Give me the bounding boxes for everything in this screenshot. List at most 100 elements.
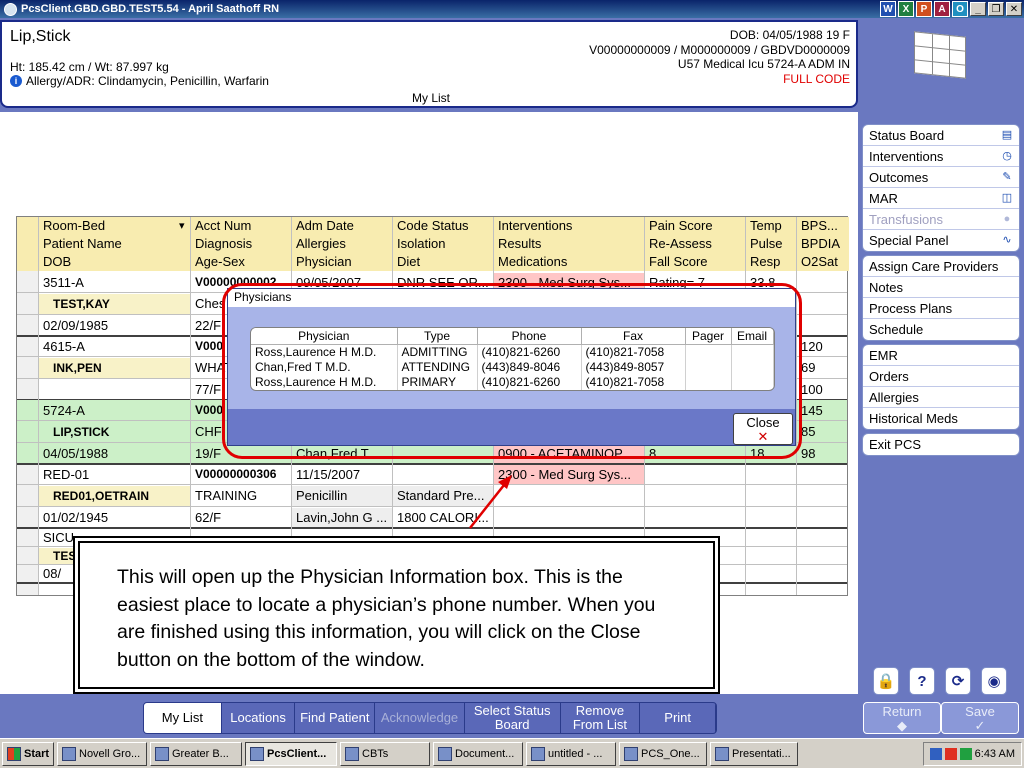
grid-cell[interactable]: 04/05/1988 xyxy=(39,444,191,463)
nav-special-panel[interactable]: Special Panel ∿ xyxy=(863,230,1019,251)
grid-header-cell[interactable]: Pain Score xyxy=(645,217,746,235)
physician-column-header[interactable]: Phone xyxy=(477,328,582,345)
grid-cell[interactable] xyxy=(797,508,849,527)
grid-header-cell[interactable]: Diet xyxy=(393,253,494,271)
grid-cell[interactable] xyxy=(797,294,849,314)
grid-cell[interactable]: Standard Pre... xyxy=(393,486,494,506)
nav-emr[interactable]: EMR xyxy=(863,345,1019,366)
nav-status-board[interactable]: Status Board ▤ xyxy=(863,125,1019,146)
outlook-icon[interactable]: O xyxy=(952,1,968,17)
novell-icon[interactable] xyxy=(944,748,957,760)
sort-dropdown-icon[interactable]: ▾ xyxy=(179,219,185,232)
close-window-button[interactable]: ✕ xyxy=(1006,2,1022,16)
grid-cell[interactable]: Chan,Fred T ... xyxy=(292,444,393,463)
grid-cell[interactable]: LIP,STICK xyxy=(39,422,191,442)
grid-header-cell[interactable]: DOB xyxy=(39,253,191,271)
grid-header-cell[interactable]: Resp xyxy=(746,253,797,271)
physician-column-header[interactable]: Type xyxy=(397,328,478,345)
grid-cell[interactable] xyxy=(746,529,797,546)
options-button[interactable]: ◉ xyxy=(981,667,1007,695)
grid-cell[interactable] xyxy=(746,486,797,506)
close-button[interactable]: Close ✕ xyxy=(733,413,793,445)
grid-header-cell[interactable]: Room-Bed xyxy=(39,217,191,235)
taskbar-item[interactable]: untitled - ... xyxy=(526,741,616,766)
nav-orders[interactable]: Orders xyxy=(863,366,1019,387)
nav-allergies[interactable]: Allergies xyxy=(863,387,1019,408)
grid-cell[interactable] xyxy=(797,529,849,546)
access-icon[interactable]: A xyxy=(934,1,950,17)
help-button[interactable]: ? xyxy=(909,667,935,695)
grid-header-cell[interactable]: Results xyxy=(494,235,645,253)
grid-header-cell[interactable]: Medications xyxy=(494,253,645,271)
grid-cell[interactable]: 85 xyxy=(797,422,849,442)
nav-schedule[interactable]: Schedule xyxy=(863,319,1019,340)
grid-cell[interactable] xyxy=(393,444,494,463)
grid-cell[interactable] xyxy=(746,508,797,527)
grid-header-cell[interactable]: Age-Sex xyxy=(191,253,292,271)
grid-cell[interactable]: 1800 CALORI... xyxy=(393,508,494,527)
grid-cell[interactable] xyxy=(393,465,494,484)
grid-cell[interactable]: 4615-A xyxy=(39,337,191,356)
restore-button[interactable]: ❐ xyxy=(988,2,1004,16)
grid-cell[interactable]: 100 xyxy=(797,380,849,399)
grid-cell[interactable]: 62/F xyxy=(191,508,292,527)
grid-cell[interactable] xyxy=(797,548,849,564)
refresh-button[interactable]: ⟳ xyxy=(945,667,971,695)
tab-select-status-board[interactable]: Select Status Board xyxy=(465,703,561,733)
grid-cell[interactable]: 8 xyxy=(645,444,746,463)
physician-column-header[interactable]: Email xyxy=(731,328,774,345)
grid-cell[interactable]: 98 xyxy=(797,444,849,463)
grid-cell[interactable]: 5724-A xyxy=(39,401,191,420)
grid-cell[interactable]: 2300 - Med Surg Sys... xyxy=(494,465,645,484)
taskbar-item[interactable]: Greater B... xyxy=(150,741,242,766)
return-button[interactable]: Return ◆ xyxy=(863,702,941,734)
grid-header-cell[interactable]: Diagnosis xyxy=(191,235,292,253)
taskbar-item[interactable]: CBTs xyxy=(340,741,430,766)
grid-cell[interactable] xyxy=(797,465,849,484)
taskbar-item[interactable]: Presentati... xyxy=(710,741,798,766)
grid-cell[interactable]: 69 xyxy=(797,358,849,378)
grid-cell[interactable] xyxy=(746,465,797,484)
grid-cell[interactable]: 02/09/1985 xyxy=(39,316,191,335)
grid-cell[interactable]: 01/02/1945 xyxy=(39,508,191,527)
grid-cell[interactable]: RED-01 xyxy=(39,465,191,484)
physician-row[interactable]: Ross,Laurence H M.D. ADMITTING (410)821-62… xyxy=(251,344,774,360)
info-icon[interactable]: i xyxy=(10,75,22,87)
grid-header-cell[interactable]: Temp xyxy=(746,217,797,235)
tab-remove-from-list[interactable]: Remove From List xyxy=(561,703,641,733)
lock-button[interactable]: 🔒 xyxy=(873,667,899,695)
tab-locations[interactable]: Locations xyxy=(222,703,296,733)
grid-cell[interactable]: 145 xyxy=(797,401,849,420)
nav-exit-pcs[interactable]: Exit PCS xyxy=(863,434,1019,455)
nav-notes[interactable]: Notes xyxy=(863,277,1019,298)
physician-column-header[interactable]: Pager xyxy=(685,328,732,345)
grid-cell[interactable]: Lavin,John G ... xyxy=(292,508,393,527)
grid-header-cell[interactable]: Allergies xyxy=(292,235,393,253)
nav-process-plans[interactable]: Process Plans xyxy=(863,298,1019,319)
taskbar-item[interactable]: Document... xyxy=(433,741,523,766)
grid-header-cell[interactable]: Patient Name xyxy=(39,235,191,253)
physician-row[interactable]: Ross,Laurence H M.D. PRIMARY (410)821-6260… xyxy=(251,374,774,390)
excel-icon[interactable]: X xyxy=(898,1,914,17)
grid-header-cell[interactable]: BPS... xyxy=(797,217,849,235)
tab-find-patient[interactable]: Find Patient xyxy=(295,703,376,733)
nav-historical-meds[interactable]: Historical Meds xyxy=(863,408,1019,429)
grid-header-cell[interactable]: Pulse xyxy=(746,235,797,253)
grid-cell[interactable] xyxy=(494,486,645,506)
nav-mar[interactable]: MAR ◫ xyxy=(863,188,1019,209)
taskbar-item[interactable]: Novell Gro... xyxy=(57,741,147,766)
grid-cell[interactable]: 18 xyxy=(746,444,797,463)
nav-assign-care-providers[interactable]: Assign Care Providers xyxy=(863,256,1019,277)
grid-cell[interactable]: V00000000306 xyxy=(191,465,292,484)
grid-cell[interactable]: TEST,KAY xyxy=(39,294,191,314)
grid-cell[interactable]: RED01,OETRAIN xyxy=(39,486,191,506)
grid-cell[interactable]: Penicillin xyxy=(292,486,393,506)
grid-cell[interactable] xyxy=(797,486,849,506)
grid-cell[interactable] xyxy=(797,566,849,582)
grid-header-cell[interactable]: Fall Score xyxy=(645,253,746,271)
grid-cell[interactable]: 11/15/2007 xyxy=(292,465,393,484)
grid-cell[interactable]: INK,PEN xyxy=(39,358,191,378)
minimize-button[interactable]: _ xyxy=(970,2,986,16)
grid-header-cell[interactable]: Interventions xyxy=(494,217,645,235)
grid-cell[interactable] xyxy=(645,486,746,506)
